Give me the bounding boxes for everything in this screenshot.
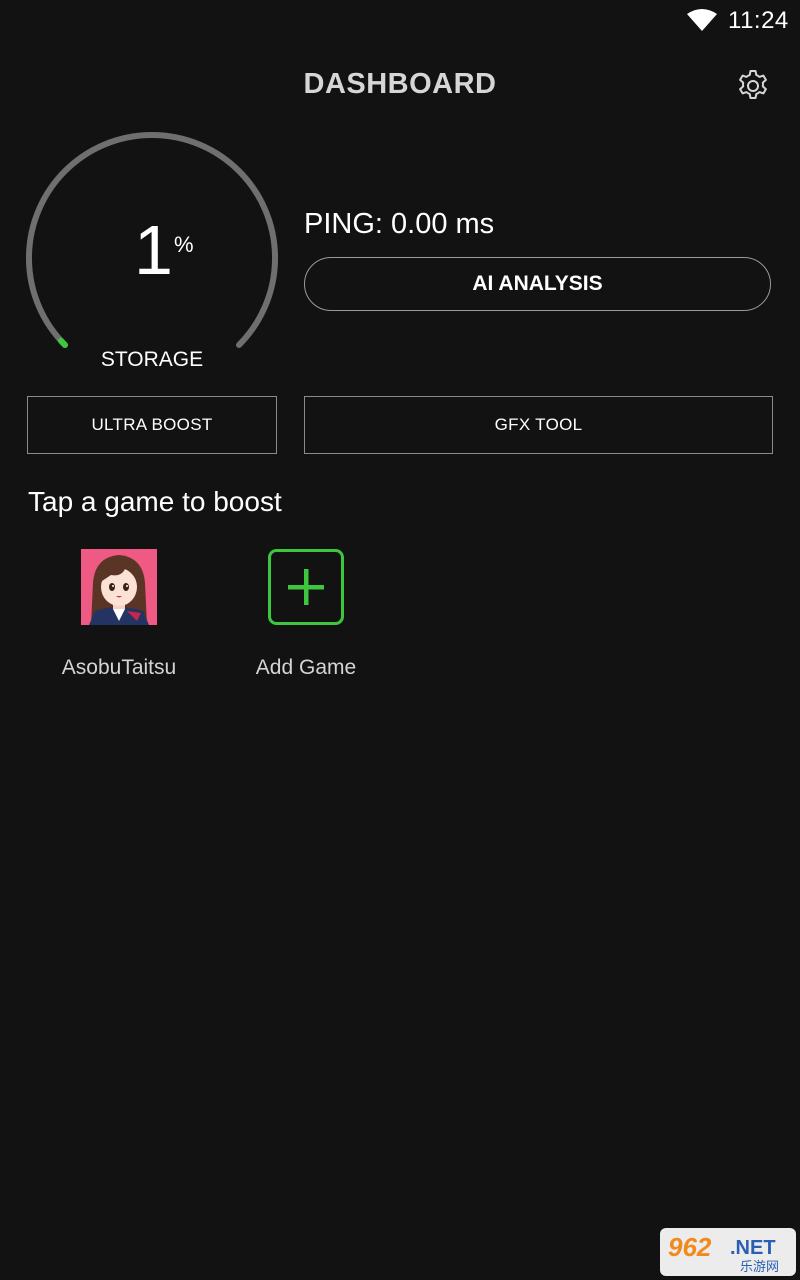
games-section-title: Tap a game to boost — [28, 486, 282, 517]
game-tile-asobutaitsu[interactable]: AsobuTaitsu — [39, 549, 199, 689]
game-label: Add Game — [255, 656, 357, 679]
watermark-logo: 962 .NET 乐游网 — [660, 1228, 796, 1276]
gear-icon[interactable] — [735, 68, 771, 104]
storage-gauge: 1 % STORAGE — [22, 130, 282, 390]
gfx-tool-button[interactable]: GFX TOOL — [304, 396, 773, 454]
gauge-label: STORAGE — [100, 348, 204, 371]
dashboard-screen: 11:24 DASHBOARD 1 % STORAGE PING: 0.00 m… — [0, 0, 800, 1280]
game-avatar-icon — [81, 549, 157, 625]
svg-text:.NET: .NET — [730, 1237, 776, 1259]
svg-text:乐游网: 乐游网 — [740, 1260, 779, 1275]
ping-readout: PING: 0.00 ms — [304, 208, 495, 240]
ultra-boost-button[interactable]: ULTRA BOOST — [27, 396, 277, 454]
add-game-tile[interactable]: Add Game — [226, 549, 386, 689]
gauge-value: 1 — [134, 211, 173, 289]
page-title: DASHBOARD — [303, 68, 497, 100]
ai-analysis-button[interactable]: AI ANALYSIS — [304, 257, 771, 311]
gauge-fill — [58, 337, 68, 348]
game-label: AsobuTaitsu — [61, 656, 177, 679]
gauge-unit: % — [174, 232, 194, 257]
wifi-icon — [687, 9, 717, 31]
status-time: 11:24 — [728, 7, 789, 34]
status-bar: 11:24 — [0, 0, 800, 44]
svg-text:962: 962 — [668, 1232, 712, 1262]
add-plus-icon — [268, 549, 344, 625]
